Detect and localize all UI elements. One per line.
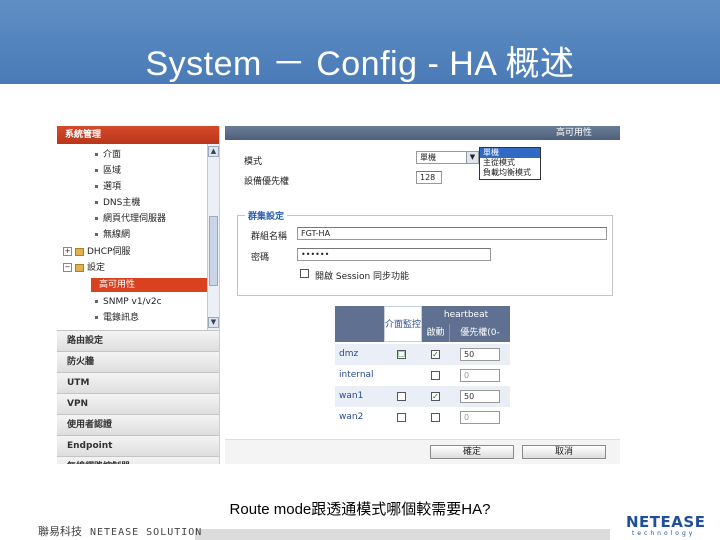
company-name-en: NETEASE SOLUTION [90,527,203,538]
mode-select[interactable]: 單機 ▼ [416,151,479,164]
scroll-thumb[interactable] [209,216,218,286]
sidebar-tree: 介面 區域 選項 DNS主機 網頁代理伺服器 無線網 + DHCP伺服 − 設定 高… [57,144,207,330]
bullet-icon [95,300,98,303]
priority-label: 設備優先權 [244,177,290,187]
session-sync-label: 開啟 Session 同步功能 [315,272,410,282]
sidebar-header[interactable]: 系統管理 [57,126,219,144]
tree-item-snmp[interactable]: SNMP v1/v2c [95,295,162,309]
bullet-icon [95,316,98,319]
password-label: 密碼 [251,253,270,263]
tree-item-web-proxy[interactable]: 網頁代理伺服器 [95,212,166,226]
section-endpoint[interactable]: Endpoint [57,435,219,456]
interface-name: wan1 [339,391,364,401]
monitor-checkbox[interactable] [397,392,406,401]
group-name-label: 群組名稱 [251,232,288,242]
chevron-down-icon[interactable]: ▼ [466,152,478,163]
priority-field[interactable]: 0 [460,411,500,424]
interface-header [335,306,384,342]
priority-field[interactable]: 50 [460,348,500,361]
mode-option[interactable]: 主從模式 [480,158,540,168]
scroll-down-icon[interactable]: ▼ [208,317,219,328]
main-header: 高可用性 [225,126,620,140]
ok-button[interactable]: 確定 [430,445,514,459]
interface-name: internal [339,370,374,380]
password-input[interactable]: •••••• [297,248,491,261]
priority-field[interactable]: 50 [460,390,500,403]
expand-icon[interactable]: + [63,247,72,256]
bullet-icon [95,185,98,188]
monitor-checkbox[interactable]: ☐ [397,350,406,359]
bullet-icon [95,201,98,204]
cancel-button[interactable]: 取消 [522,445,606,459]
folder-icon [75,263,84,272]
screenshot-panel: 系統管理 介面 區域 選項 DNS主機 網頁代理伺服器 無線網 + DHCP伺服 … [57,126,620,464]
priority-input[interactable]: 128 [416,171,442,184]
company-name-cn: 聯易科技 [38,525,82,538]
group-name-input[interactable]: FGT-HA [297,227,607,240]
sidebar: 系統管理 介面 區域 選項 DNS主機 網頁代理伺服器 無線網 + DHCP伺服 … [57,126,220,464]
mode-option[interactable]: 單機 [480,148,540,158]
tree-item-interface[interactable]: 介面 [95,148,121,162]
priority-field[interactable]: 0 [460,369,500,382]
netease-logo: NETEASE technology [626,514,708,540]
sidebar-scrollbar[interactable]: ▲ ▼ [207,144,219,330]
section-user-auth[interactable]: 使用者認證 [57,414,219,435]
section-wireless-controller[interactable]: 無線網路控制器 [57,456,219,464]
table-row: internal 0 [335,365,510,386]
interface-name: dmz [339,349,359,359]
heartbeat-checkbox[interactable] [431,371,440,380]
mode-dropdown-list[interactable]: 單機 主從模式 負載均衡模式 [479,147,541,180]
slide-title: System － Config - HA 概述 [145,45,575,83]
section-routing[interactable]: 路由設定 [57,330,219,351]
tree-item-ha[interactable]: 高可用性 [91,278,207,292]
bullet-icon [95,217,98,220]
tree-item-wireless[interactable]: 無線網 [95,228,130,242]
mode-option[interactable]: 負載均衡模式 [480,168,540,178]
tree-item-options[interactable]: 選項 [95,180,121,194]
heartbeat-checkbox[interactable]: ✓ [431,392,440,401]
tree-item-zone[interactable]: 區域 [95,164,121,178]
heartbeat-header: heartbeat [422,306,510,324]
collapse-icon[interactable]: − [63,263,72,272]
session-sync-checkbox[interactable] [300,269,309,278]
priority-header: 優先權(0-512) [450,324,510,356]
logo-subtitle: technology [632,530,696,537]
heartbeat-checkbox[interactable] [431,413,440,422]
question-text: Route mode跟透通模式哪個較需要HA? [229,501,491,518]
tree-item-dns[interactable]: DNS主機 [95,196,140,210]
tree-item-messages[interactable]: 電錄訊息 [95,311,139,325]
monitor-header: 介面監控 [384,306,422,342]
interface-name: wan2 [339,412,364,422]
tree-item-config[interactable]: − 設定 [63,261,105,275]
folder-icon [75,247,84,256]
table-row: wan1 ✓ 50 [335,386,510,407]
bullet-icon [95,153,98,156]
mode-label: 模式 [244,157,263,167]
bullet-icon [95,233,98,236]
main-panel: 高可用性 模式 單機 ▼ 單機 主從模式 負載均衡模式 設備優先權 128 群集設… [225,126,620,464]
section-vpn[interactable]: VPN [57,393,219,414]
section-utm[interactable]: UTM [57,372,219,393]
heartbeat-checkbox[interactable]: ✓ [431,350,440,359]
logo-wordmark: NETEASE [626,513,706,531]
tree-item-dhcp[interactable]: + DHCP伺服 [63,245,130,259]
section-firewall[interactable]: 防火牆 [57,351,219,372]
enable-header: 啟動 [422,324,450,342]
cluster-legend: 群集設定 [245,209,288,222]
scroll-up-icon[interactable]: ▲ [208,146,219,157]
table-row: wan2 0 [335,407,510,428]
form-footer: 確定 取消 [225,439,620,464]
bullet-icon [95,169,98,172]
company-name: 聯易科技 NETEASE SOLUTION [38,523,202,539]
table-row: dmz ☐ ✓ 50 [335,344,510,365]
footer-bar [195,529,610,540]
monitor-checkbox[interactable] [397,413,406,422]
